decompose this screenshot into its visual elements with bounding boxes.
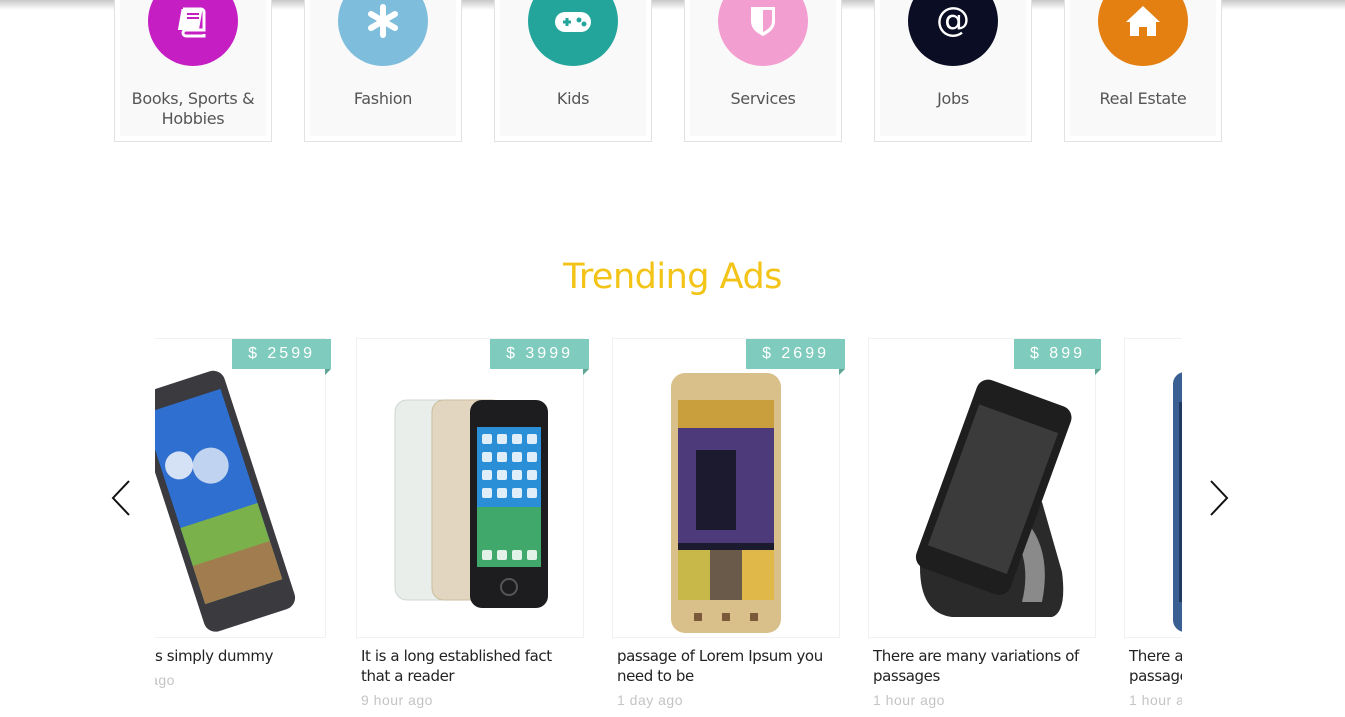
category-fashion[interactable]: Fashion [304,0,462,142]
chevron-right-icon [1210,480,1229,516]
ad-time: 9 hour ago [155,672,175,688]
ad-card[interactable]: $ 899 There are many variations of passa… [868,338,1102,708]
phone-image [1125,367,1182,637]
category-jobs[interactable]: @ Jobs [874,0,1032,142]
phone-image [869,367,1095,637]
chevron-left-icon [111,480,130,516]
price-tag: $ 3999 [490,339,589,375]
category-real-estate[interactable]: Real Estate [1064,0,1222,142]
category-label: Kids [556,89,590,108]
at-icon: @ [908,0,998,66]
ad-title[interactable]: Ipsum is simply dummy [155,646,326,666]
ad-title[interactable]: There are many variations of passages [868,646,1096,686]
trending-carousel: $ 2599 Ipsum is simply dummy 9 hour ago [155,330,1182,717]
phone-image [155,367,325,637]
category-tile-bg: Books, Sports & Hobbies [120,0,266,136]
category-label: Services [730,89,796,108]
category-tile-bg: Real Estate [1070,0,1216,136]
ad-time: 9 hour ago [361,692,433,708]
ad-time: 1 hour ago [1129,692,1182,708]
ad-title[interactable]: There are many variations of passages [1124,646,1182,686]
category-tile-bg: Services [690,0,836,136]
price-tag: $ 899 [1013,339,1102,375]
asterisk-icon [338,0,428,66]
category-label: Real Estate [1099,89,1187,108]
shield-icon [718,0,808,66]
category-label: Books, Sports & Hobbies [131,89,255,128]
ad-card[interactable]: $ 2599 Ipsum is simply dummy 9 hour ago [155,338,331,688]
gamepad-icon [528,0,618,66]
ad-title[interactable]: passage of Lorem Ipsum you need to be [612,646,840,686]
phone-image [357,367,583,637]
ad-time: 1 day ago [617,692,683,708]
ad-title[interactable]: It is a long established fact that a rea… [356,646,584,686]
home-icon [1098,0,1188,66]
category-tile-bg: Fashion [310,0,456,136]
carousel-prev-button[interactable] [109,477,135,519]
ad-card[interactable]: $ 2699 passage of Lorem Ipsum you need t… [612,338,845,708]
book-icon [148,0,238,66]
ad-image [1124,338,1182,638]
ad-image: $ 2599 [155,338,331,638]
category-books[interactable]: Books, Sports & Hobbies [114,0,272,142]
category-tile-bg: Kids [500,0,646,136]
category-services[interactable]: Services [684,0,842,142]
ad-image: $ 3999 [356,338,589,638]
category-label: Fashion [353,89,413,108]
svg-text:@: @ [936,1,970,40]
ad-image: $ 899 [868,338,1102,638]
section-title: Trending Ads [563,257,782,297]
category-kids[interactable]: Kids [494,0,652,142]
ad-image: $ 2699 [612,338,845,638]
phone-image [613,367,839,637]
category-label: Jobs [937,89,969,108]
category-tile-bg: @ Jobs [880,0,1026,136]
ad-time: 1 hour ago [873,692,945,708]
price-tag: $ 2599 [232,339,331,375]
ad-card[interactable]: $ 3999 It is a long established fact tha… [356,338,589,708]
ad-card[interactable]: There are many variations of passages 1 … [1124,338,1182,708]
carousel-next-button[interactable] [1205,477,1231,519]
price-tag: $ 2699 [746,339,845,375]
